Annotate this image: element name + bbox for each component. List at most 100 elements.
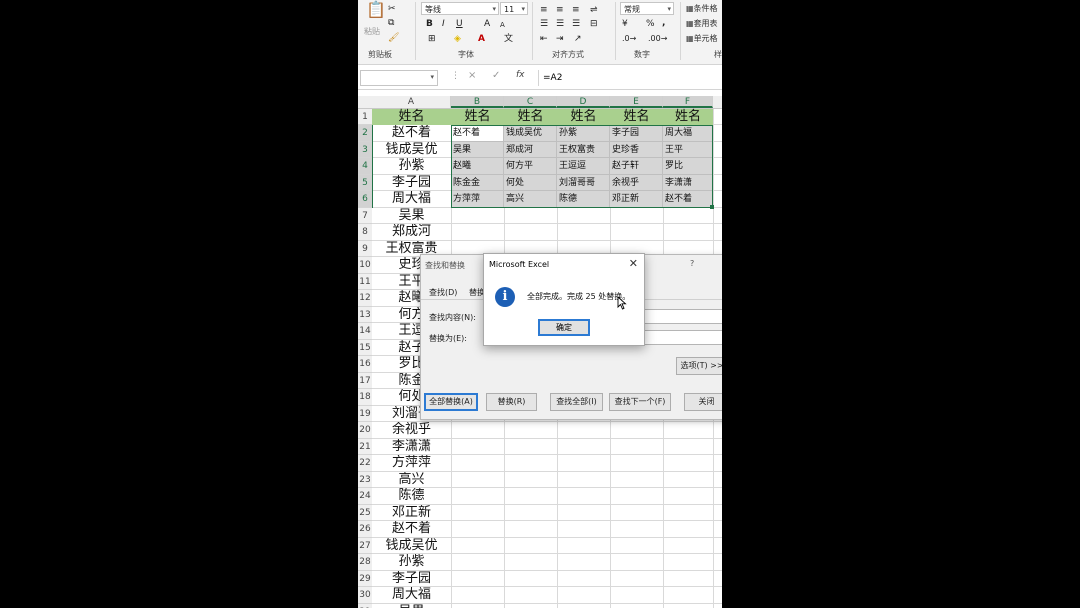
column-header-b[interactable]: B — [451, 96, 504, 108]
row-header[interactable]: 4 — [358, 158, 372, 175]
range-cell[interactable]: 邓正新 — [610, 191, 663, 208]
range-cell[interactable]: 李子园 — [610, 125, 663, 142]
cell-a[interactable]: 钱成吴优 — [372, 538, 451, 555]
underline-button[interactable]: U — [456, 18, 463, 30]
row-header[interactable]: 7 — [358, 207, 372, 224]
header-cell[interactable]: 姓名 — [504, 109, 557, 125]
font-color-icon[interactable]: A — [478, 33, 485, 45]
row-header[interactable]: 26 — [358, 521, 372, 538]
align-center-icon[interactable]: ☰ — [556, 18, 564, 30]
find-all-button[interactable]: 查找全部(I) — [550, 393, 603, 411]
border-icon[interactable]: ⊞ — [428, 33, 436, 45]
row-header[interactable]: 19 — [358, 405, 372, 422]
column-header-e[interactable]: E — [610, 96, 663, 108]
wen-icon[interactable]: 文 — [504, 33, 513, 45]
align-bottom-icon[interactable]: ≡ — [572, 4, 580, 16]
font-name-select[interactable]: 等线 ▾ — [421, 2, 499, 15]
range-cell[interactable]: 赵不着 — [663, 191, 713, 208]
range-cell[interactable]: 余视乎 — [610, 174, 663, 191]
find-next-button[interactable]: 查找下一个(F) — [609, 393, 671, 411]
percent-button[interactable]: % — [646, 18, 655, 30]
find-what-input[interactable] — [636, 309, 722, 324]
row-header[interactable]: 6 — [358, 191, 372, 208]
row-header[interactable]: 10 — [358, 257, 372, 274]
range-cell[interactable]: 孙紫 — [557, 125, 610, 142]
range-cell[interactable]: 陈德 — [557, 191, 610, 208]
range-cell[interactable]: 方萍萍 — [451, 191, 504, 208]
paste-icon[interactable]: 📋 — [366, 2, 386, 18]
range-cell[interactable]: 高兴 — [504, 191, 557, 208]
row-header[interactable]: 24 — [358, 488, 372, 505]
enter-icon[interactable]: ✓ — [492, 70, 500, 81]
cell-a[interactable]: 赵不着 — [372, 521, 451, 538]
header-cell[interactable]: 姓名 — [451, 109, 504, 125]
fill-handle[interactable] — [710, 205, 714, 209]
options-button[interactable]: 选项(T) >> — [676, 357, 722, 375]
range-cell[interactable]: 史珍香 — [610, 141, 663, 158]
column-header-d[interactable]: D — [557, 96, 610, 108]
fill-color-icon[interactable]: ◈ — [454, 33, 461, 45]
row-header[interactable]: 2 — [358, 125, 372, 142]
wrap-text-icon[interactable]: ⇌ — [590, 4, 598, 16]
ok-button[interactable]: 确定 — [538, 319, 590, 336]
range-cell[interactable]: 赵曦 — [451, 158, 504, 175]
bold-button[interactable]: B — [426, 18, 433, 30]
tab-find[interactable]: 查找(D) — [429, 287, 457, 298]
conditional-format-button[interactable]: ▦条件格 — [686, 3, 718, 14]
decrease-indent-icon[interactable]: ⇤ — [540, 33, 548, 45]
range-cell[interactable]: 王平 — [663, 141, 713, 158]
range-cell[interactable]: 何方平 — [504, 158, 557, 175]
row-header[interactable]: 17 — [358, 372, 372, 389]
range-cell[interactable]: 何处 — [504, 174, 557, 191]
align-left-icon[interactable]: ☰ — [540, 18, 548, 30]
replace-button[interactable]: 替换(R) — [486, 393, 537, 411]
range-cell[interactable]: 李潇潇 — [663, 174, 713, 191]
font-size-select[interactable]: 11 ▾ — [500, 2, 528, 15]
help-button[interactable]: ? — [690, 259, 694, 268]
merge-center-icon[interactable]: ⊟ — [590, 18, 598, 30]
cell-a[interactable]: 陈德 — [372, 488, 451, 505]
cell-a[interactable]: 孙紫 — [372, 554, 451, 571]
decrease-decimal-icon[interactable]: .00→ — [648, 33, 667, 45]
comma-button[interactable]: , — [662, 17, 665, 29]
cell-a[interactable]: 余视乎 — [372, 422, 451, 439]
row-header[interactable]: 23 — [358, 471, 372, 488]
header-cell[interactable]: 姓名 — [663, 109, 713, 125]
italic-button[interactable]: I — [442, 18, 445, 30]
cell-a[interactable]: 吴果 — [372, 604, 451, 608]
range-cell[interactable]: 吴果 — [451, 141, 504, 158]
header-cell[interactable]: 姓名 — [372, 109, 451, 125]
shrink-font-button[interactable]: A — [500, 19, 505, 31]
increase-decimal-icon[interactable]: .0→ — [622, 33, 636, 45]
cell-styles-button[interactable]: ▦单元格 — [686, 33, 718, 44]
range-cell[interactable]: 王权富贵 — [557, 141, 610, 158]
range-cell[interactable]: 罗比 — [663, 158, 713, 175]
row-header[interactable]: 18 — [358, 389, 372, 406]
row-header[interactable]: 14 — [358, 323, 372, 340]
close-icon[interactable]: ✕ — [629, 257, 638, 270]
cell-a[interactable]: 李潇潇 — [372, 439, 451, 456]
column-header-c[interactable]: C — [504, 96, 557, 108]
range-cell[interactable]: 郑成河 — [504, 141, 557, 158]
range-cell[interactable]: 陈金金 — [451, 174, 504, 191]
row-header[interactable]: 29 — [358, 570, 372, 587]
range-cell[interactable]: 周大福 — [663, 125, 713, 142]
row-header[interactable]: 16 — [358, 356, 372, 373]
format-as-table-button[interactable]: ▦套用表 — [686, 18, 718, 29]
row-header[interactable]: 13 — [358, 306, 372, 323]
formula-input[interactable]: =A2 — [538, 70, 722, 86]
range-cell[interactable]: 赵不着 — [451, 125, 504, 142]
row-header[interactable]: 12 — [358, 290, 372, 307]
number-format-select[interactable]: 常规 ▾ — [620, 2, 674, 15]
close-button[interactable]: 关闭 — [684, 393, 722, 411]
insert-function-icon[interactable]: fx — [516, 70, 525, 80]
cell-a[interactable]: 方萍萍 — [372, 455, 451, 472]
range-cell[interactable]: 赵子轩 — [610, 158, 663, 175]
paste-label[interactable]: 粘贴 — [364, 26, 380, 37]
row-header[interactable]: 15 — [358, 339, 372, 356]
row-header[interactable]: 31 — [358, 603, 372, 608]
row-header[interactable]: 22 — [358, 455, 372, 472]
cell-a[interactable]: 邓正新 — [372, 505, 451, 522]
cell-a[interactable]: 高兴 — [372, 472, 451, 489]
align-right-icon[interactable]: ☰ — [572, 18, 580, 30]
